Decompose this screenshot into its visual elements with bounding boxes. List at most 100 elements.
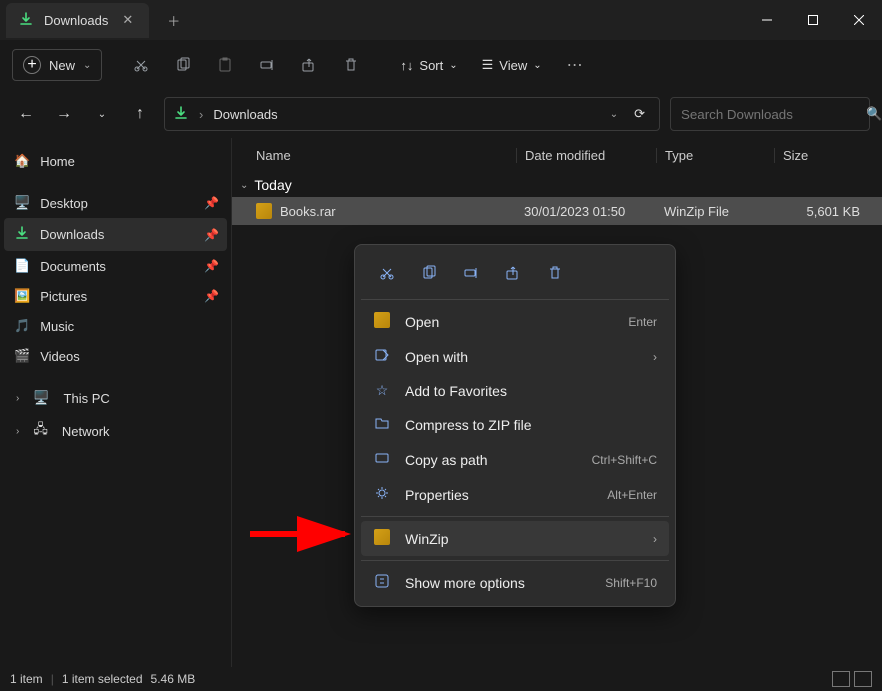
new-button[interactable]: + New ⌄ [12,49,102,81]
videos-icon: 🎬 [14,348,30,364]
sidebar-item-desktop[interactable]: 🖥️ Desktop 📌 [4,188,227,218]
chevron-right-icon: › [653,350,657,364]
desktop-icon: 🖥️ [14,195,30,211]
tab-downloads[interactable]: Downloads ✕ [6,3,149,38]
menu-add-favorites[interactable]: ☆ Add to Favorites [361,374,669,407]
pin-icon: 📌 [204,196,219,210]
sidebar-item-downloads[interactable]: Downloads 📌 [4,218,227,251]
group-header[interactable]: ⌄ Today [232,173,882,197]
search-icon: 🔍 [866,106,882,122]
share-icon[interactable] [290,48,328,82]
sidebar-item-label: Pictures [40,289,87,304]
sidebar-item-documents[interactable]: 📄 Documents 📌 [4,251,227,281]
annotation-arrow [250,510,360,553]
thumbnails-view-icon[interactable] [854,671,872,687]
cut-icon[interactable] [122,48,160,82]
selected-size: 5.46 MB [151,672,196,686]
chevron-down-icon: ⌄ [83,60,91,71]
more-options-icon [373,573,391,592]
column-size[interactable]: Size [774,148,870,163]
rename-icon[interactable] [248,48,286,82]
chevron-down-icon[interactable]: ⌄ [88,109,116,120]
file-row[interactable]: Books.rar 30/01/2023 01:50 WinZip File 5… [232,197,882,225]
sidebar-item-network[interactable]: › 🖧 Network [4,413,227,449]
close-icon[interactable]: ✕ [118,12,137,28]
new-label: New [49,58,75,73]
sidebar-item-label: Network [62,424,110,439]
cut-icon[interactable] [369,257,405,289]
file-type: WinZip File [656,204,774,219]
search-box[interactable]: 🔍 [670,97,870,131]
titlebar: Downloads ✕ ＋ [0,0,882,40]
file-name: Books.rar [280,204,336,219]
close-window-button[interactable] [836,0,882,40]
column-headers: Name Date modified Type Size [232,138,882,173]
sidebar-item-label: Music [40,319,74,334]
details-view-icon[interactable] [832,671,850,687]
music-icon: 🎵 [14,318,30,334]
column-name[interactable]: Name [256,148,516,163]
menu-label: Copy as path [405,452,578,468]
sidebar-item-thispc[interactable]: › 🖥️ This PC [4,383,227,413]
view-button[interactable]: ☰ View ⌄ [472,51,552,79]
delete-icon[interactable] [537,257,573,289]
column-date[interactable]: Date modified [516,148,656,163]
menu-winzip[interactable]: WinZip › [361,521,669,556]
copy-icon[interactable] [164,48,202,82]
pin-icon: 📌 [204,259,219,273]
view-icon: ☰ [482,57,494,73]
maximize-button[interactable] [790,0,836,40]
menu-label: Add to Favorites [405,383,657,399]
sort-button[interactable]: ↑↓ Sort ⌄ [390,52,467,79]
document-icon: 📄 [14,258,30,274]
sidebar-item-label: Downloads [40,227,104,242]
pin-icon: 📌 [204,228,219,242]
chevron-right-icon: › [653,532,657,546]
breadcrumb[interactable]: › Downloads ⌄ ⟳ [164,97,660,131]
menu-open-with[interactable]: Open with › [361,339,669,374]
up-button[interactable]: ↑ [126,105,154,123]
paste-icon[interactable] [206,48,244,82]
menu-label: Compress to ZIP file [405,417,657,433]
sidebar-item-pictures[interactable]: 🖼️ Pictures 📌 [4,281,227,311]
pictures-icon: 🖼️ [14,288,30,304]
open-with-icon [373,347,391,366]
plus-icon: + [23,56,41,74]
copy-path-icon [373,450,391,469]
menu-properties[interactable]: Properties Alt+Enter [361,477,669,512]
more-icon[interactable]: ⋯ [556,48,594,82]
menu-label: WinZip [405,531,639,547]
copy-icon[interactable] [411,257,447,289]
chevron-down-icon: ⌄ [449,60,457,71]
share-icon[interactable] [495,257,531,289]
back-button[interactable]: ← [12,105,40,123]
sidebar-item-music[interactable]: 🎵 Music [4,311,227,341]
refresh-button[interactable]: ⟳ [628,106,651,122]
pc-icon: 🖥️ [33,390,49,406]
search-input[interactable] [681,107,858,122]
menu-open[interactable]: Open Enter [361,304,669,339]
forward-button[interactable]: → [50,105,78,123]
menu-copy-path[interactable]: Copy as path Ctrl+Shift+C [361,442,669,477]
menu-label: Open [405,314,614,330]
sidebar-item-videos[interactable]: 🎬 Videos [4,341,227,371]
menu-compress-zip[interactable]: Compress to ZIP file [361,407,669,442]
rename-icon[interactable] [453,257,489,289]
sidebar-item-home[interactable]: 🏠 Home [4,146,227,176]
menu-show-more[interactable]: Show more options Shift+F10 [361,565,669,600]
new-tab-button[interactable]: ＋ [161,5,186,36]
context-menu: Open Enter Open with › ☆ Add to Favorite… [354,244,676,607]
sort-icon: ↑↓ [400,58,413,73]
winzip-file-icon [373,312,391,331]
chevron-down-icon: ⌄ [240,180,248,191]
sidebar: 🏠 Home 🖥️ Desktop 📌 Downloads 📌 📄 Docume… [0,138,232,669]
file-date: 30/01/2023 01:50 [516,204,656,219]
menu-accelerator: Alt+Enter [607,488,657,502]
column-type[interactable]: Type [656,148,774,163]
file-size: 5,601 KB [774,204,870,219]
chevron-down-icon[interactable]: ⌄ [610,109,618,120]
star-icon: ☆ [373,382,391,399]
menu-label: Show more options [405,575,591,591]
minimize-button[interactable] [744,0,790,40]
delete-icon[interactable] [332,48,370,82]
